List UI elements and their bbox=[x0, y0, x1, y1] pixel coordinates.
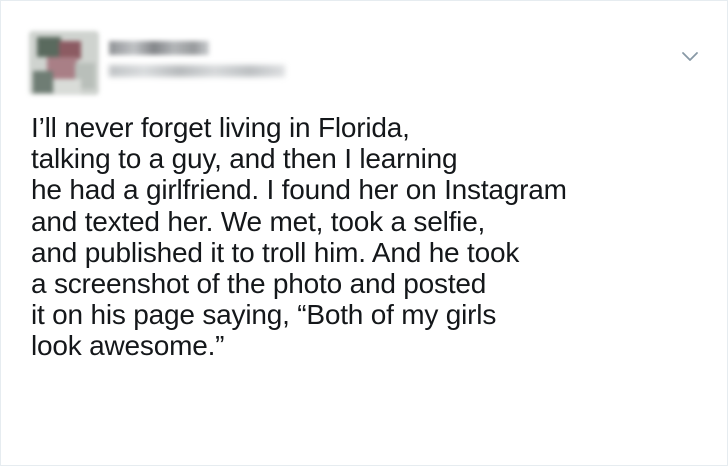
tweet-line: talking to a guy, and then I learning bbox=[31, 143, 458, 175]
tweet-line: a screenshot of the photo and posted bbox=[31, 268, 487, 300]
tweet-card: I’ll never forget living in Florida, tal… bbox=[0, 0, 728, 466]
tweet-line: I’ll never forget living in Florida, bbox=[31, 112, 410, 143]
avatar[interactable] bbox=[29, 31, 99, 95]
tweet-line: look awesome.” bbox=[31, 330, 225, 362]
tweet-text: I’ll never forget living in Florida, tal… bbox=[31, 112, 711, 362]
chevron-down-icon[interactable] bbox=[681, 51, 699, 63]
tweet-line: and published it to troll him. And he to… bbox=[31, 236, 520, 268]
display-name-blurred[interactable] bbox=[109, 41, 209, 55]
user-handle-blurred[interactable] bbox=[109, 65, 285, 77]
tweet-line: and texted her. We met, took a selfie, bbox=[31, 205, 486, 237]
tweet-line: it on his page saying, “Both of my girls bbox=[31, 299, 497, 331]
tweet-line: he had a girlfriend. I found her on Inst… bbox=[31, 174, 567, 206]
tweet-header bbox=[25, 23, 705, 95]
